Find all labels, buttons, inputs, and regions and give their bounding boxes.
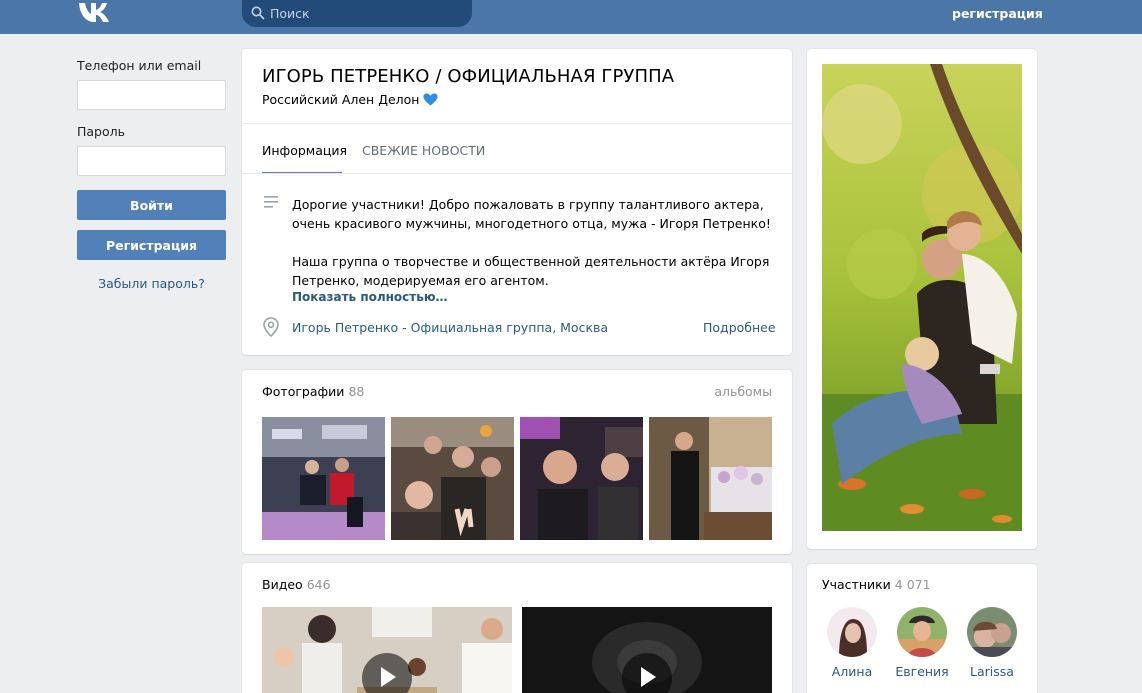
show-more-link[interactable]: Показать полностью… <box>292 290 448 304</box>
group-status: Российский Ален Делон <box>262 92 438 107</box>
videos-card: Видео 646 <box>242 563 792 693</box>
description-paragraph: Дорогие участники! Добро пожаловать в гр… <box>292 197 771 231</box>
search-icon <box>251 6 265 20</box>
phone-email-field[interactable] <box>77 80 226 110</box>
photos-card: Фотографии 88 альбомы <box>242 370 792 554</box>
login-button[interactable]: Войти <box>77 190 226 220</box>
phone-label: Телефон или email <box>77 58 202 73</box>
group-cover-card <box>807 49 1037 549</box>
members-count: 4 071 <box>894 577 931 592</box>
description-paragraph: Наша группа о творчестве и общественной … <box>292 254 770 288</box>
search-box[interactable] <box>242 0 472 27</box>
location-pin-icon <box>263 317 279 337</box>
location-link[interactable]: Игорь Петренко - Официальная группа, Мос… <box>292 320 608 335</box>
member-item[interactable]: Larissa <box>957 607 1027 679</box>
tab-info[interactable]: Информация <box>262 143 347 158</box>
avatar[interactable] <box>827 607 877 657</box>
member-name[interactable]: Larissa <box>957 664 1027 679</box>
photo-thumbnail[interactable] <box>391 417 514 540</box>
top-header: регистрация <box>0 0 1142 34</box>
photos-header[interactable]: Фотографии 88 <box>262 384 364 399</box>
video-thumbnail[interactable] <box>522 607 772 693</box>
members-header[interactable]: Участники 4 071 <box>822 577 931 592</box>
tab-news[interactable]: СВЕЖИЕ НОВОСТИ <box>362 143 485 158</box>
group-cover-photo[interactable] <box>822 64 1022 531</box>
description-icon <box>264 196 278 208</box>
members-card: Участники 4 071 Алина Евгения Larissa <box>807 564 1037 693</box>
play-icon <box>381 667 396 687</box>
photos-count: 88 <box>348 384 365 399</box>
photos-label: Фотографии <box>262 384 345 399</box>
details-link[interactable]: Подробнее <box>703 320 776 335</box>
avatar[interactable] <box>967 607 1017 657</box>
divider <box>242 173 792 174</box>
group-info-card: ИГОРЬ ПЕТРЕНКО / ОФИЦИАЛЬНАЯ ГРУППА Росс… <box>242 49 792 355</box>
videos-count: 646 <box>306 577 331 592</box>
password-field[interactable] <box>77 146 226 176</box>
group-description: Дорогие участники! Добро пожаловать в гр… <box>292 195 772 290</box>
blue-heart-icon <box>423 93 438 106</box>
header-register-link[interactable]: регистрация <box>952 6 1043 21</box>
albums-link[interactable]: альбомы <box>714 384 772 399</box>
search-input[interactable] <box>270 0 465 26</box>
avatar[interactable] <box>897 607 947 657</box>
page-title: ИГОРЬ ПЕТРЕНКО / ОФИЦИАЛЬНАЯ ГРУППА <box>262 66 675 87</box>
members-label: Участники <box>822 577 891 592</box>
videos-header[interactable]: Видео 646 <box>262 577 331 592</box>
member-name[interactable]: Алина <box>817 664 887 679</box>
photo-thumbnail[interactable] <box>649 417 772 540</box>
member-name[interactable]: Евгения <box>887 664 957 679</box>
vk-logo-icon[interactable] <box>77 1 111 23</box>
group-status-text: Российский Ален Делон <box>262 92 420 107</box>
photo-thumbnail[interactable] <box>262 417 385 540</box>
member-item[interactable]: Алина <box>817 607 887 679</box>
play-icon <box>641 667 656 687</box>
password-label: Пароль <box>77 124 125 139</box>
member-item[interactable]: Евгения <box>887 607 957 679</box>
videos-label: Видео <box>262 577 303 592</box>
video-thumbnail[interactable] <box>262 607 512 693</box>
register-button[interactable]: Регистрация <box>77 230 226 260</box>
forgot-password-link[interactable]: Забыли пароль? <box>77 276 226 291</box>
login-form: Телефон или email Пароль Войти Регистрац… <box>77 58 226 291</box>
divider <box>242 123 792 124</box>
photo-thumbnail[interactable] <box>520 417 643 540</box>
